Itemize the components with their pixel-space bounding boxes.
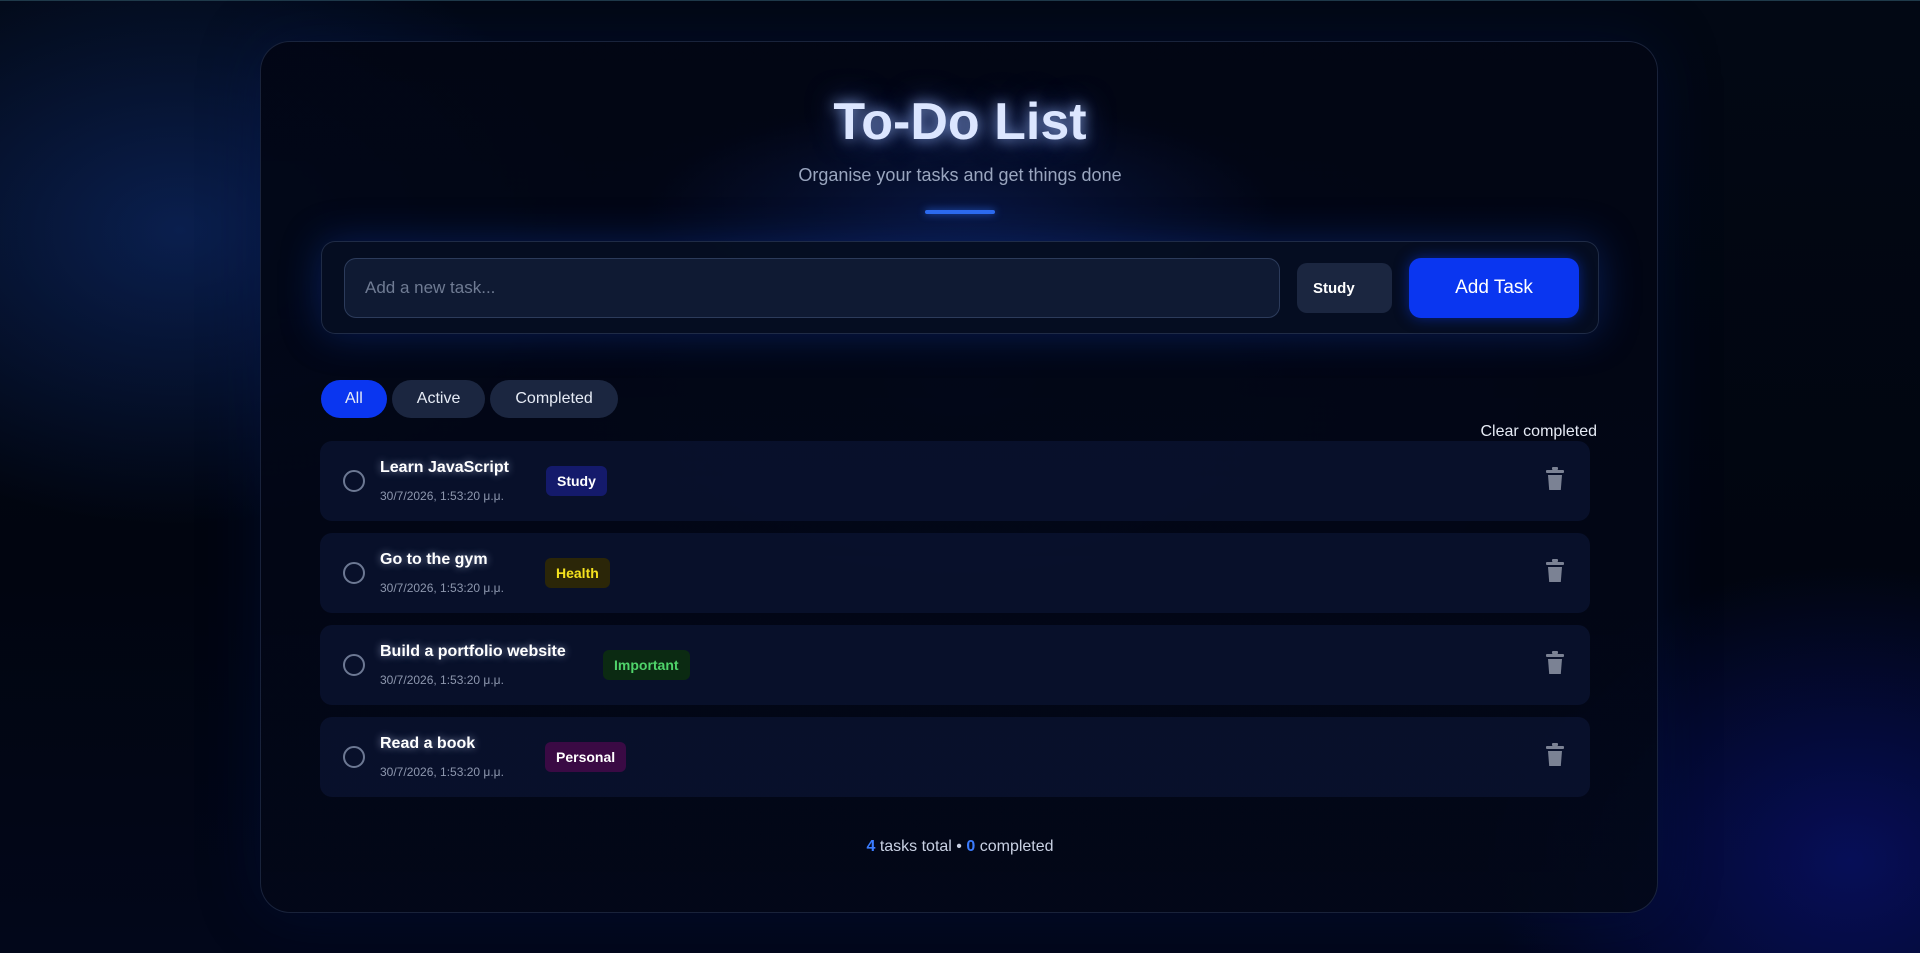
- task-tag: Study: [546, 466, 607, 496]
- task-date: 30/7/2026, 1:53:20 μ.μ.: [380, 489, 504, 503]
- filter-completed-button[interactable]: Completed: [490, 380, 618, 418]
- clear-completed-button[interactable]: Clear completed: [1481, 423, 1598, 441]
- circle-check-icon[interactable]: [343, 562, 365, 584]
- task-date: 30/7/2026, 1:53:20 μ.μ.: [380, 673, 504, 687]
- add-task-panel: Study Add Task: [321, 241, 1599, 334]
- task-tag: Health: [545, 558, 610, 588]
- task-item: Learn JavaScript 30/7/2026, 1:53:20 μ.μ.…: [320, 441, 1590, 521]
- circle-check-icon[interactable]: [343, 654, 365, 676]
- task-item: Build a portfolio website 30/7/2026, 1:5…: [320, 625, 1590, 705]
- task-title: Learn JavaScript: [380, 459, 509, 476]
- completed-count: 0: [966, 838, 976, 855]
- task-summary: 4 tasks total • 0 completed: [0, 838, 1920, 856]
- title-underline: [925, 210, 995, 214]
- task-title: Build a portfolio website: [380, 643, 566, 660]
- new-task-input[interactable]: [344, 258, 1280, 318]
- trash-icon[interactable]: [1546, 467, 1564, 491]
- completed-label: completed: [979, 838, 1054, 855]
- trash-icon[interactable]: [1546, 559, 1564, 583]
- trash-icon[interactable]: [1546, 743, 1564, 767]
- top-border-line: [0, 0, 1920, 1]
- total-label: tasks total: [879, 838, 952, 855]
- task-date: 30/7/2026, 1:53:20 μ.μ.: [380, 765, 504, 779]
- page-subtitle: Organise your tasks and get things done: [798, 165, 1122, 185]
- total-count: 4: [866, 838, 876, 855]
- task-item: Read a book 30/7/2026, 1:53:20 μ.μ. Pers…: [320, 717, 1590, 797]
- task-title: Go to the gym: [380, 551, 488, 568]
- filter-all-button[interactable]: All: [321, 380, 387, 418]
- trash-icon[interactable]: [1546, 651, 1564, 675]
- task-tag: Important: [603, 650, 690, 680]
- summary-separator: •: [956, 838, 962, 855]
- circle-check-icon[interactable]: [343, 746, 365, 768]
- page-title: To-Do List: [833, 93, 1087, 151]
- task-tag: Personal: [545, 742, 627, 772]
- task-title: Read a book: [380, 735, 476, 752]
- circle-check-icon[interactable]: [343, 470, 365, 492]
- add-task-button[interactable]: Add Task: [1409, 258, 1579, 318]
- filter-tabs: All Active Completed: [321, 380, 618, 418]
- category-select[interactable]: Study: [1297, 263, 1392, 313]
- category-select-value: Study: [1313, 279, 1355, 297]
- task-item: Go to the gym 30/7/2026, 1:53:20 μ.μ. He…: [320, 533, 1590, 613]
- filter-active-button[interactable]: Active: [391, 380, 486, 418]
- task-date: 30/7/2026, 1:53:20 μ.μ.: [380, 581, 504, 595]
